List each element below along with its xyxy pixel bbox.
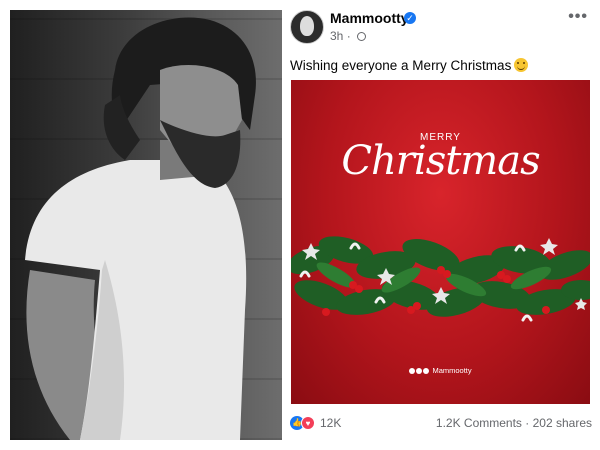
twitter-icon <box>423 368 430 374</box>
engagement-stats: 1.2K Comments · 202 shares <box>435 416 592 430</box>
instagram-icon <box>416 368 423 374</box>
post-caption: Wishing everyone a Merry Christmas <box>290 58 529 73</box>
post-image[interactable]: MERRY Christmas Mammootty <box>291 80 590 404</box>
person-photo <box>25 17 256 440</box>
author-name[interactable]: Mammootty <box>330 10 409 26</box>
shares-count[interactable]: 202 shares <box>533 416 592 430</box>
social-handle: Mammootty <box>291 366 590 375</box>
post-time[interactable]: 3h <box>330 29 343 43</box>
comments-count[interactable]: 1.2K Comments <box>436 416 522 430</box>
facebook-icon <box>409 368 416 374</box>
globe-icon <box>357 32 367 41</box>
author-avatar[interactable] <box>290 10 324 44</box>
profile-photo[interactable] <box>10 10 282 440</box>
reactions-count: 12K <box>320 416 342 430</box>
garland-decoration <box>291 236 590 322</box>
facebook-post: Mammootty ✓ 3h · ••• Wishing everyone a … <box>282 0 600 450</box>
love-icon: ♥ <box>301 416 315 430</box>
more-options-icon[interactable]: ••• <box>568 8 588 26</box>
handle-text: Mammootty <box>432 366 472 375</box>
separator: · <box>346 29 351 43</box>
verified-badge-icon: ✓ <box>404 12 416 24</box>
smiling-face-icon <box>514 58 529 72</box>
post-meta: 3h · <box>330 29 367 43</box>
